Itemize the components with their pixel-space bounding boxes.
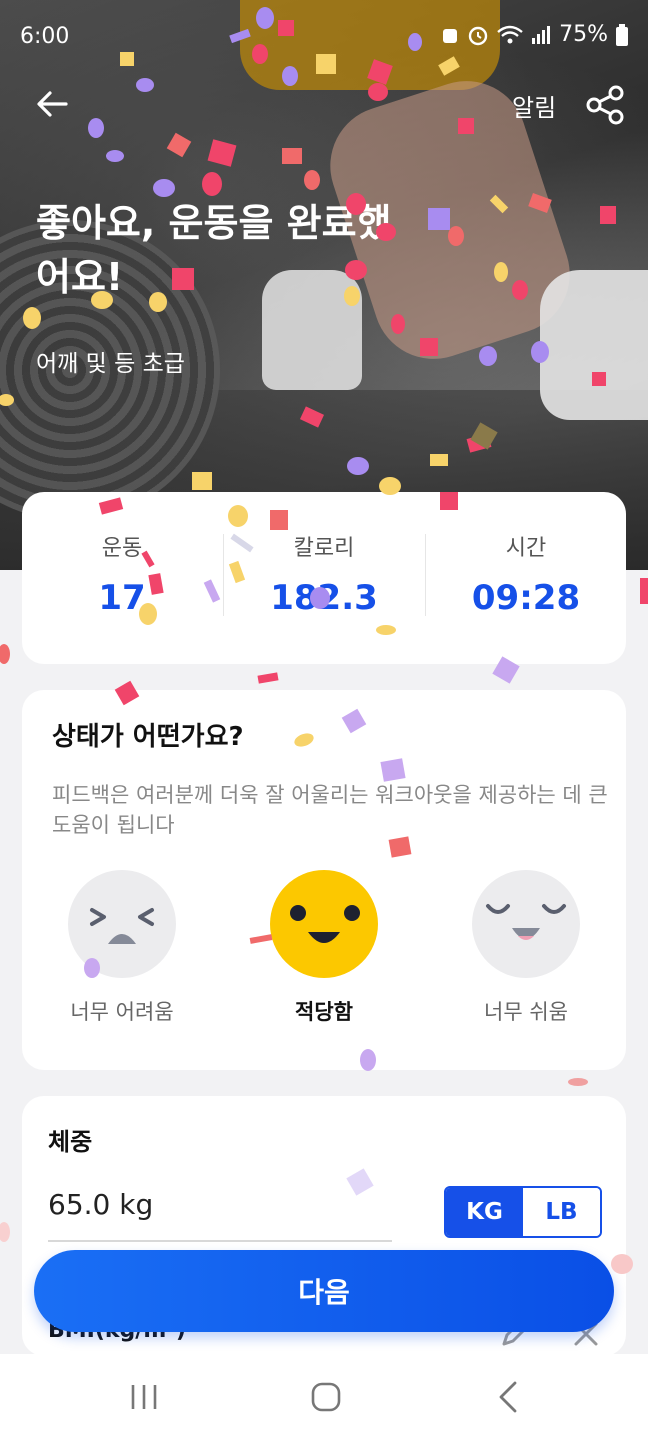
stat-value: 17 xyxy=(98,578,146,618)
easy-face-icon xyxy=(486,904,566,940)
share-icon xyxy=(586,85,624,125)
weight-input-underline xyxy=(48,1240,392,1242)
back-nav-button[interactable] xyxy=(478,1374,538,1420)
completion-headline: 좋아요, 운동을 완료했어요! xyxy=(36,201,392,299)
stat-value: 182.3 xyxy=(270,578,378,618)
home-icon xyxy=(311,1382,341,1412)
wifi-icon xyxy=(497,25,523,43)
share-button[interactable] xyxy=(584,84,626,126)
weight-title: 체중 xyxy=(48,1128,93,1156)
just-right-face-button[interactable] xyxy=(270,870,378,978)
alarm-icon xyxy=(468,26,488,45)
feedback-description: 피드백은 여러분께 더욱 잘 어울리는 워크아웃을 제공하는 데 큰 도움이 됩… xyxy=(52,783,608,837)
notification-icon xyxy=(443,28,458,43)
back-nav-icon xyxy=(499,1381,517,1413)
stat-label: 칼로리 xyxy=(293,536,355,561)
stat-exercises: 운동 17 xyxy=(22,530,222,618)
stat-time: 시간 09:28 xyxy=(426,530,626,618)
status-time: 6:00 xyxy=(20,24,70,49)
just-right-face-icon xyxy=(290,905,360,943)
next-button[interactable]: 다음 xyxy=(34,1250,614,1332)
system-nav-bar xyxy=(0,1354,648,1440)
stat-value: 09:28 xyxy=(471,578,581,618)
easy-face-button[interactable] xyxy=(472,870,580,978)
signal-icon xyxy=(532,25,551,44)
status-bar: 6:00 75% xyxy=(0,0,648,70)
back-arrow-icon xyxy=(37,91,68,117)
hard-face-button[interactable] xyxy=(68,870,176,978)
stat-label: 시간 xyxy=(505,536,547,561)
feedback-card: 상태가 어떤가요? 피드백은 여러분께 더욱 잘 어울리는 워크아웃을 제공하는… xyxy=(22,690,626,1070)
hard-face-label: 너무 어려움 xyxy=(70,1000,174,1024)
unit-kg-button[interactable]: KG xyxy=(446,1188,523,1236)
workout-name: 어깨 및 등 초급 xyxy=(36,351,185,377)
back-button[interactable] xyxy=(32,84,72,124)
weight-input[interactable]: 65.0 kg xyxy=(48,1188,153,1221)
shoe-shape xyxy=(540,270,648,420)
alarm-button[interactable]: 알림 xyxy=(512,88,556,123)
unit-toggle: KG LB xyxy=(444,1186,602,1238)
battery-icon xyxy=(616,23,628,46)
status-icons: 75% xyxy=(441,22,628,47)
stat-label: 운동 xyxy=(101,536,143,561)
recent-apps-icon xyxy=(131,1385,157,1409)
stat-calories: 칼로리 182.3 xyxy=(224,530,424,618)
workout-stats-card: 운동 17 칼로리 182.3 시간 09:28 xyxy=(22,492,626,664)
recent-apps-button[interactable] xyxy=(114,1374,174,1420)
unit-lb-button[interactable]: LB xyxy=(523,1188,600,1236)
just-right-face-label: 적당함 xyxy=(295,1000,353,1024)
feedback-title: 상태가 어떤가요? xyxy=(52,722,244,752)
hard-face-icon xyxy=(90,908,154,944)
easy-face-label: 너무 쉬움 xyxy=(484,1000,568,1024)
battery-percent: 75% xyxy=(559,22,608,47)
home-button[interactable] xyxy=(296,1374,356,1420)
